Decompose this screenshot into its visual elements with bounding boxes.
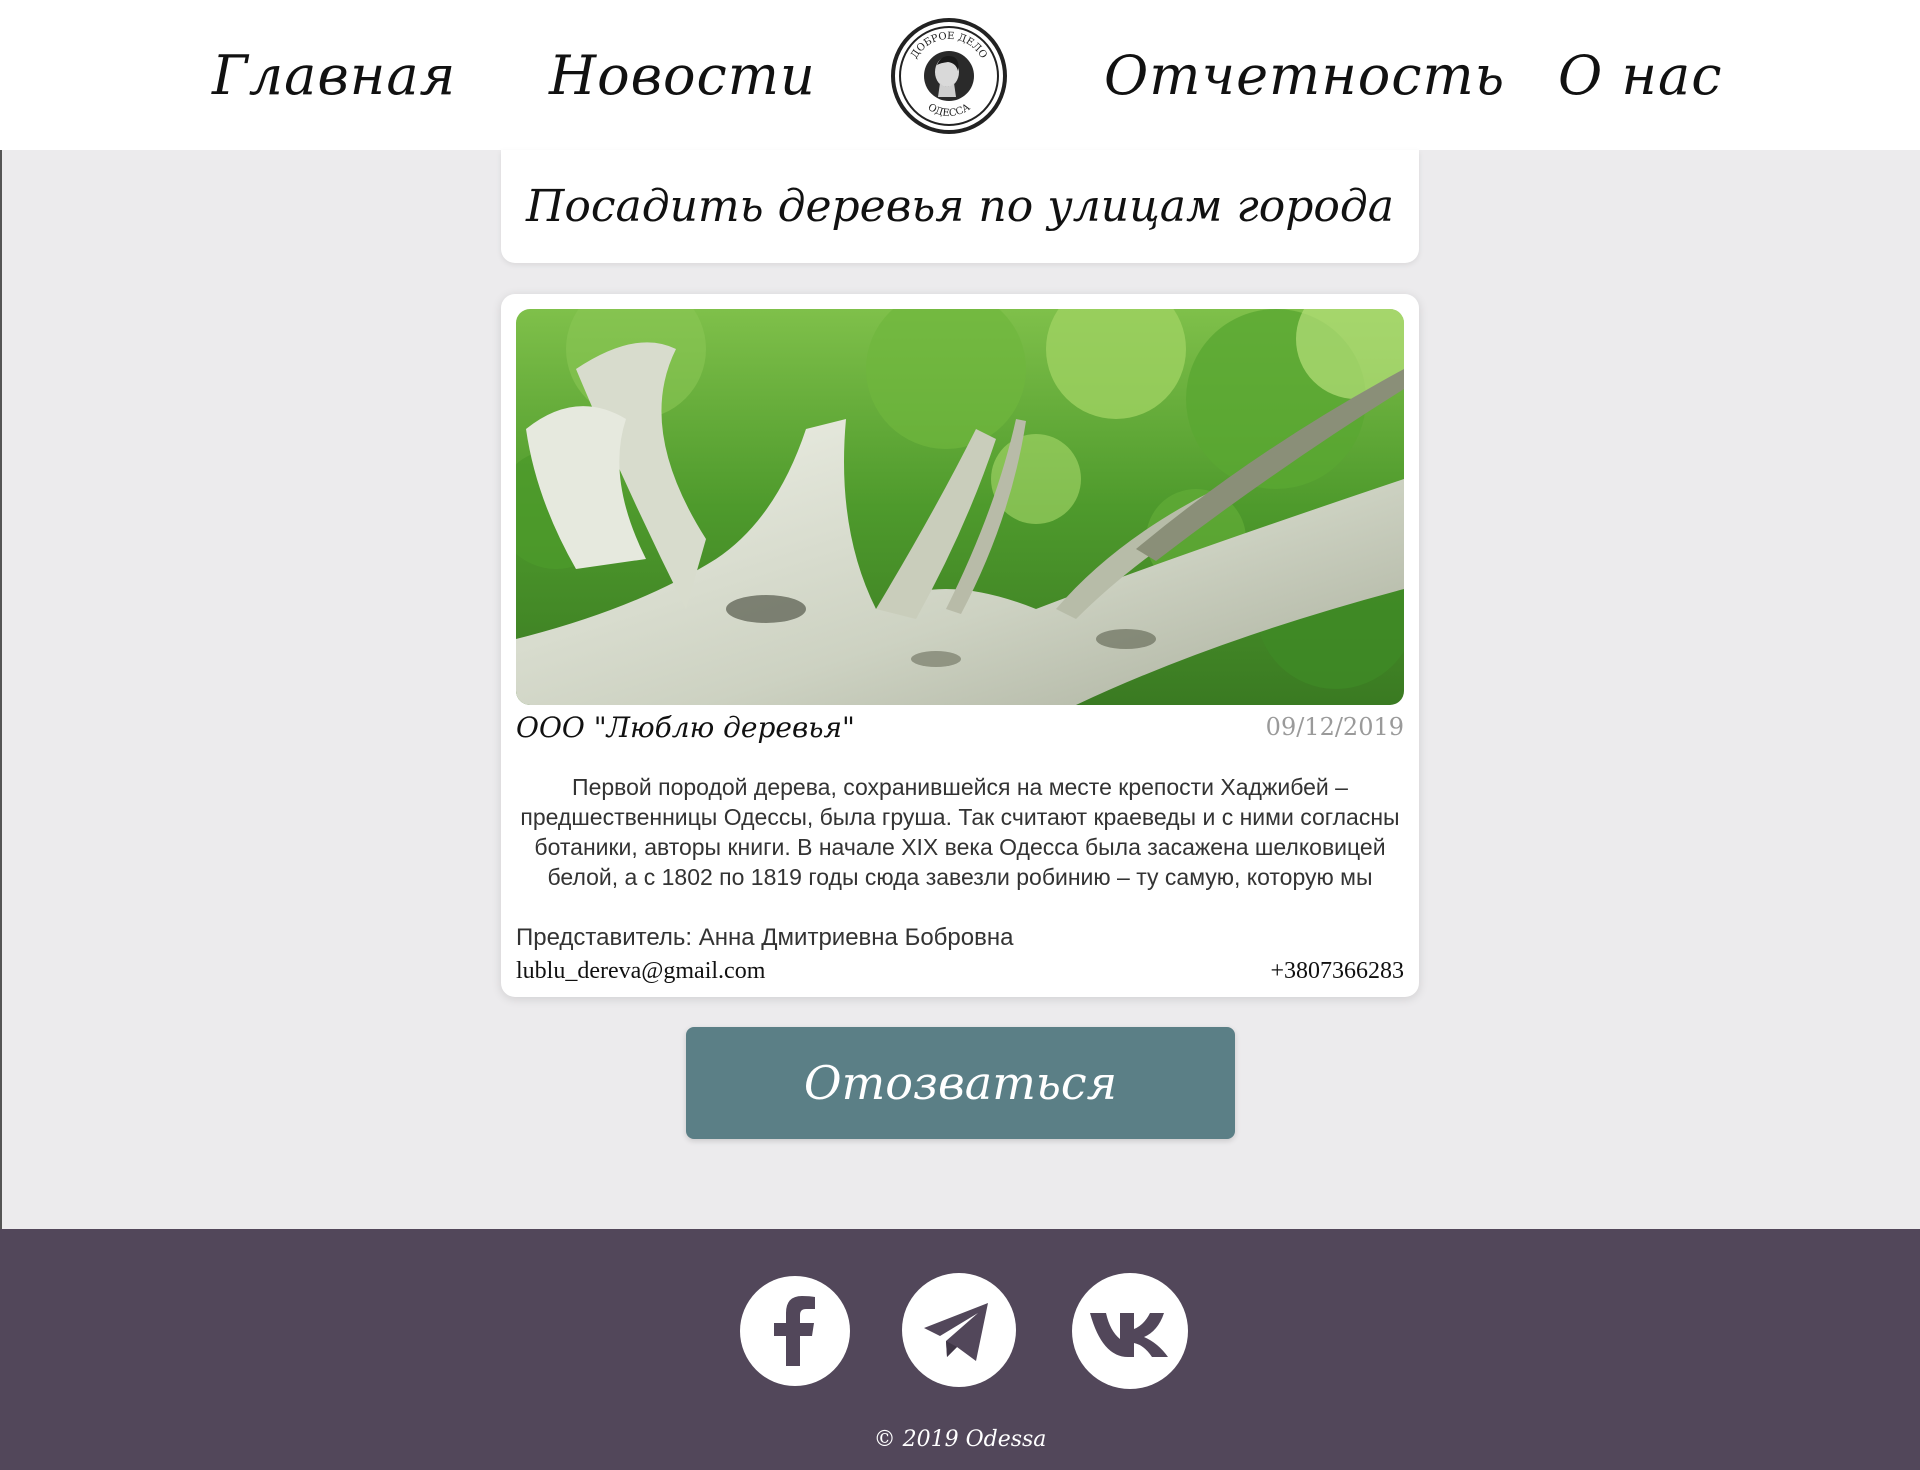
tree-photo	[516, 309, 1404, 705]
post-title-card: Посадить деревья по улицам города	[501, 150, 1419, 263]
page-edge-divider	[0, 150, 2, 1230]
nav-home[interactable]: Главная	[212, 44, 456, 107]
respond-button[interactable]: Отозваться	[686, 1027, 1235, 1139]
nav-reports[interactable]: Отчетность	[1104, 44, 1505, 107]
facebook-icon	[774, 1296, 815, 1366]
nav-news[interactable]: Новости	[549, 44, 816, 107]
telegram-link[interactable]	[902, 1273, 1016, 1387]
post-description: Первой породой дерева, сохранившейся на …	[520, 774, 1400, 890]
logo[interactable]: ДОБРОЕ ДЕЛО ОДЕССА	[890, 17, 1008, 135]
post-date: 09/12/2019	[1265, 713, 1404, 741]
telegram-icon	[924, 1303, 988, 1361]
logo-stamp-icon: ДОБРОЕ ДЕЛО ОДЕССА	[891, 18, 1007, 134]
contact-phone[interactable]: +3807366283	[1270, 958, 1404, 985]
contact-email[interactable]: lublu_dereva@gmail.com	[516, 958, 765, 985]
site-header: Главная Новости ДОБРОЕ ДЕЛО ОДЕССА Отчет…	[0, 0, 1920, 150]
post-card: ООО "Люблю деревья" 09/12/2019 Первой по…	[501, 294, 1419, 997]
tree-photo-image	[516, 309, 1404, 705]
facebook-link[interactable]	[740, 1276, 850, 1386]
vk-link[interactable]	[1072, 1273, 1188, 1389]
vk-icon	[1090, 1313, 1168, 1357]
copyright: © 2019 Odessa	[873, 1427, 1047, 1452]
organization-name: ООО "Люблю деревья"	[516, 711, 855, 744]
post-title: Посадить деревья по улицам города	[525, 181, 1395, 232]
representative: Представитель: Анна Дмитриевна Бобровна	[516, 924, 1014, 951]
nav-about[interactable]: О нас	[1558, 44, 1722, 107]
